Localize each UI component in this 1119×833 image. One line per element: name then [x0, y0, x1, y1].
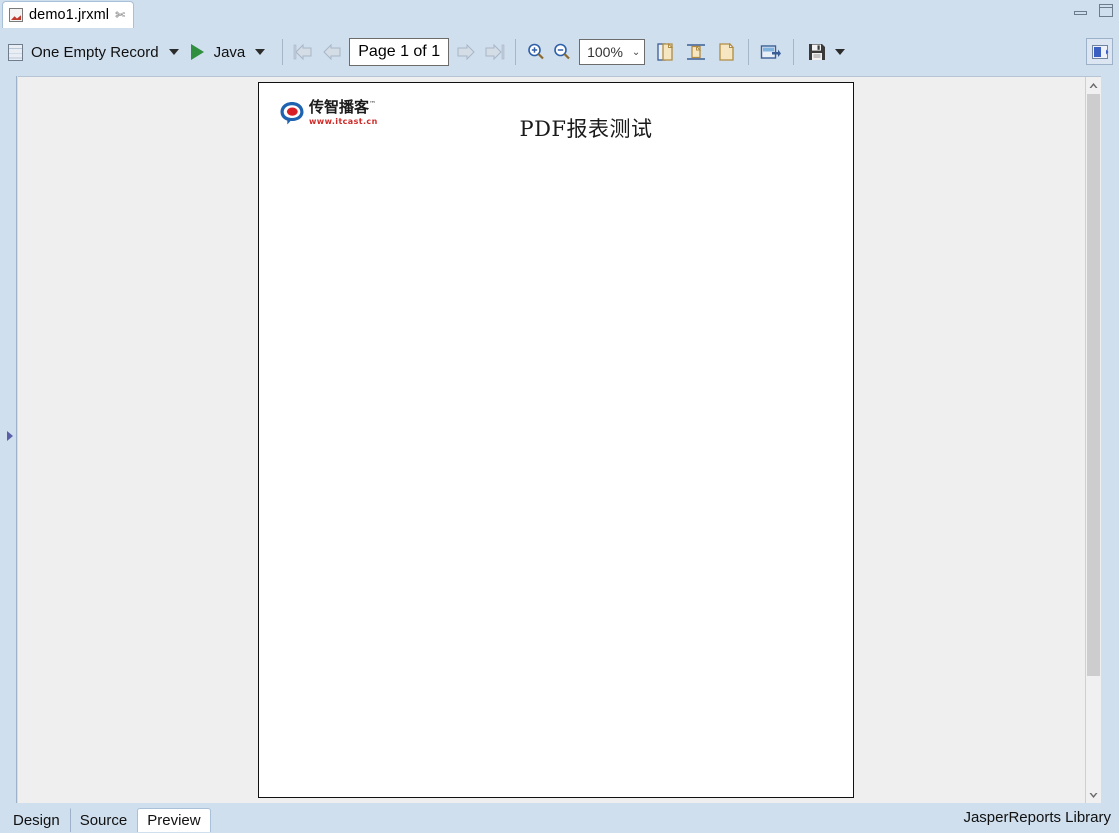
window-controls	[1074, 4, 1113, 17]
report-page: 传智播客™ www.itcast.cn PDF报表测试	[258, 82, 854, 798]
editor-tab-demo1[interactable]: demo1.jrxml ✄	[2, 1, 135, 28]
vertical-scrollbar[interactable]	[1085, 77, 1101, 803]
save-group	[801, 42, 851, 62]
first-page-icon[interactable]	[293, 42, 315, 62]
tab-preview-label: Preview	[147, 812, 201, 829]
view-tabs: Design Source Preview	[3, 808, 211, 832]
export-icon[interactable]	[760, 42, 782, 62]
run-group: Java	[189, 44, 276, 61]
actual-size-icon[interactable]	[656, 42, 676, 62]
zoom-level-select[interactable]: 100% ⌄	[579, 39, 646, 65]
tab-preview[interactable]: Preview	[137, 808, 211, 832]
tab-source-label: Source	[79, 812, 128, 829]
pagination-group: Page 1 of 1	[290, 37, 508, 67]
preview-canvas[interactable]: 传智播客™ www.itcast.cn PDF报表测试	[18, 76, 1101, 803]
preview-toolbar: One Empty Record Java Page 1 of 1 100% ⌄	[0, 28, 1119, 76]
toolbar-separator	[282, 39, 284, 65]
scrollbar-thumb[interactable]	[1087, 94, 1100, 676]
close-icon[interactable]: ✄	[115, 9, 125, 21]
toolbar-separator	[748, 39, 750, 65]
save-icon[interactable]	[807, 42, 827, 62]
run-report-icon[interactable]	[190, 44, 204, 60]
report-title: PDF报表测试	[519, 117, 653, 141]
preview-editor: 传智播客™ www.itcast.cn PDF报表测试	[3, 76, 1116, 803]
trademark-icon: ™	[369, 100, 377, 108]
tab-source[interactable]: Source	[69, 808, 138, 832]
maximize-icon[interactable]	[1099, 4, 1113, 17]
language-dropdown-icon[interactable]	[255, 49, 266, 55]
editor-tab-label: demo1.jrxml	[29, 7, 110, 23]
fit-page-icon[interactable]	[716, 42, 736, 62]
language-label[interactable]: Java	[214, 44, 246, 61]
zoom-group: 100% ⌄	[523, 39, 646, 65]
tab-design[interactable]: Design	[3, 808, 70, 832]
save-dropdown-icon[interactable]	[835, 49, 846, 55]
chevron-down-icon: ⌄	[631, 46, 641, 58]
fit-width-icon[interactable]	[686, 42, 706, 62]
scroll-up-icon[interactable]	[1086, 77, 1101, 94]
jrxml-file-icon	[9, 8, 23, 22]
scroll-down-icon[interactable]	[1086, 787, 1101, 803]
toolbar-separator	[515, 39, 517, 65]
minimize-icon[interactable]	[1074, 6, 1087, 15]
bottom-bar: Design Source Preview JasperReports Libr…	[0, 803, 1119, 833]
datasource-group: One Empty Record	[8, 43, 189, 61]
tab-design-label: Design	[13, 812, 60, 829]
last-page-icon[interactable]	[483, 42, 505, 62]
toolbar-separator	[793, 39, 795, 65]
zoom-level-value: 100%	[587, 44, 623, 60]
previous-page-icon[interactable]	[321, 42, 343, 62]
zoom-in-icon[interactable]	[526, 42, 546, 62]
database-icon	[8, 43, 23, 61]
collapsed-left-panel[interactable]	[3, 76, 17, 803]
fit-group	[651, 42, 741, 62]
status-bar-label: JasperReports Library	[963, 809, 1111, 826]
zoom-out-icon[interactable]	[552, 42, 572, 62]
datasource-label[interactable]: One Empty Record	[31, 44, 159, 61]
title-bar: demo1.jrxml ✄	[0, 0, 1119, 28]
next-page-icon[interactable]	[455, 42, 477, 62]
toggle-panel-icon[interactable]	[1086, 38, 1113, 65]
datasource-dropdown-icon[interactable]	[168, 49, 179, 55]
jaspersoft-studio-window: demo1.jrxml ✄ One Empty Record Java Page…	[0, 0, 1119, 833]
expand-panel-icon[interactable]	[7, 431, 13, 441]
page-indicator[interactable]: Page 1 of 1	[349, 37, 450, 67]
